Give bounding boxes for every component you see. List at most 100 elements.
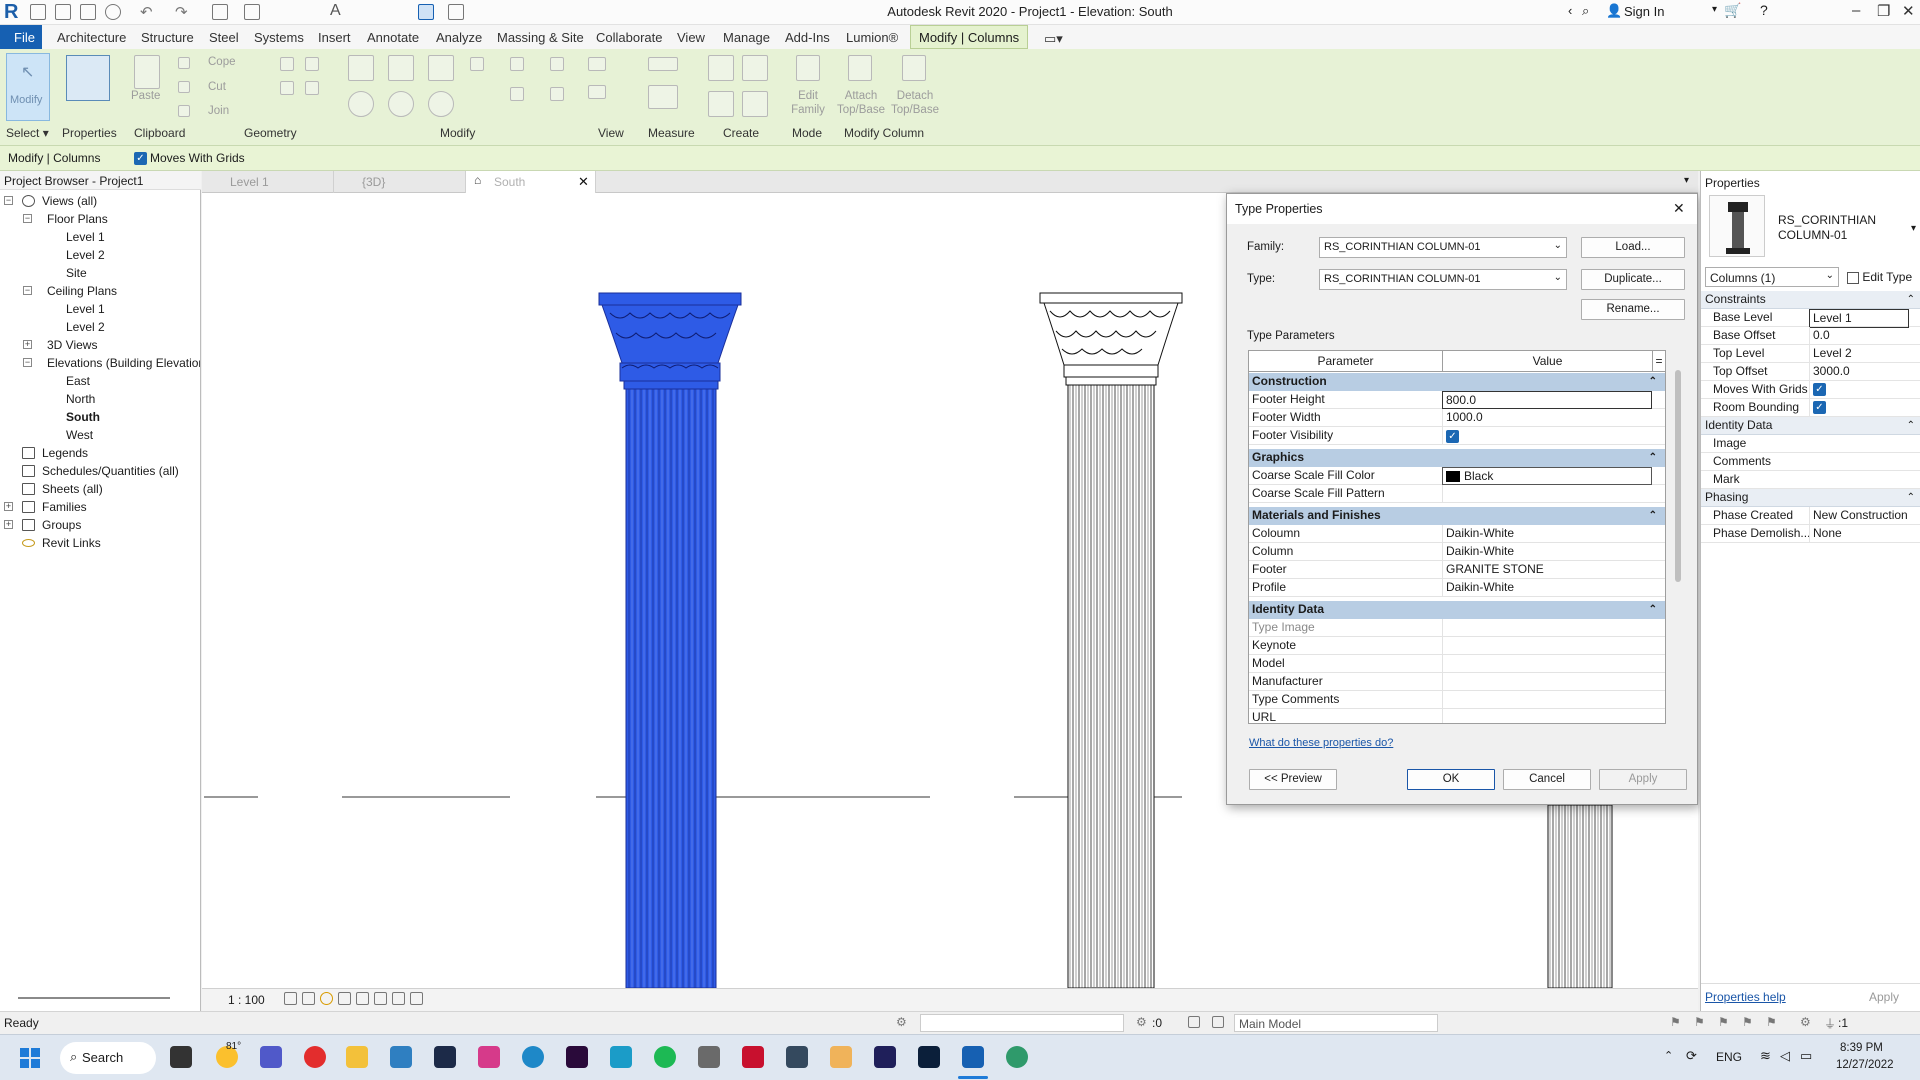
restore-icon[interactable]: ❐ <box>1877 2 1890 20</box>
param-row[interactable]: Type Comments <box>1249 691 1665 709</box>
section-identity-data[interactable]: Identity Data ⌃ <box>1701 417 1920 435</box>
param-row[interactable]: Coloumn Daikin-White <box>1249 525 1665 543</box>
edit-family-icon[interactable] <box>796 55 820 81</box>
tree-item-south[interactable]: South <box>66 408 100 426</box>
edit-family-button[interactable]: Edit Family <box>788 89 828 117</box>
tab-annotate[interactable]: Annotate <box>367 30 419 45</box>
param-value[interactable] <box>1442 673 1652 691</box>
tab-lumion[interactable]: Lumion® <box>846 30 898 45</box>
show-crop-icon[interactable] <box>374 992 387 1005</box>
prop-value[interactable]: None <box>1809 525 1909 542</box>
wifi-icon[interactable]: ≋ <box>1760 1048 1771 1064</box>
measure-icon-ribbon[interactable] <box>648 57 678 71</box>
sign-in-link[interactable]: Sign In <box>1624 4 1664 19</box>
select-pinned-icon[interactable]: ⚑ <box>1718 1015 1729 1029</box>
scale-label[interactable]: 1 : 100 <box>228 993 265 1007</box>
design-option-dropdown[interactable]: Main Model <box>1234 1014 1438 1032</box>
design-options-icon[interactable] <box>1188 1016 1200 1028</box>
3dsmax-icon[interactable] <box>610 1046 632 1068</box>
workset-dropdown[interactable] <box>920 1014 1124 1032</box>
sync-icon[interactable] <box>105 4 121 20</box>
family-dropdown[interactable]: RS_CORINTHIAN COLUMN-01 ⌄ <box>1319 237 1567 258</box>
minimize-icon[interactable]: – <box>1852 2 1860 19</box>
param-row[interactable]: Profile Daikin-White <box>1249 579 1665 597</box>
reveal-icon[interactable] <box>410 992 423 1005</box>
filter-icon[interactable]: ⏚ <box>1824 1015 1836 1032</box>
tree-item-north[interactable]: North <box>66 390 95 408</box>
param-value[interactable]: ✓ <box>1442 427 1652 445</box>
help-icon[interactable]: ? <box>1760 2 1768 18</box>
cut-button[interactable]: Cut <box>208 80 226 94</box>
tab-systems[interactable]: Systems <box>254 30 304 45</box>
thin-lines-icon[interactable] <box>418 4 434 20</box>
override-icon[interactable] <box>588 85 606 99</box>
param-row[interactable]: Footer Height 800.0 <box>1249 391 1665 409</box>
tab-analyze[interactable]: Analyze <box>436 30 482 45</box>
prop-row[interactable]: Image <box>1701 435 1920 453</box>
file-menu[interactable]: File <box>0 25 42 49</box>
media-player-icon[interactable] <box>830 1046 852 1068</box>
tree-elevations[interactable]: − Elevations (Building Elevation) <box>0 354 200 372</box>
footer-visibility-checkbox[interactable]: ✓ <box>1446 430 1459 444</box>
collapse-icon[interactable]: − <box>4 196 13 205</box>
editable-icon[interactable]: ⚙ <box>1136 1015 1147 1029</box>
moves-with-grids-checkbox[interactable]: ✓ <box>134 152 147 165</box>
copy-element-icon[interactable] <box>388 91 414 117</box>
chevron-left-icon[interactable]: ‹ <box>1568 3 1572 18</box>
save-icon[interactable] <box>80 4 96 20</box>
detail-level-icon[interactable] <box>284 992 297 1005</box>
dimension-icon[interactable] <box>648 85 678 109</box>
collapse-icon[interactable]: ⌃ <box>1649 373 1657 390</box>
param-value[interactable]: GRANITE STONE <box>1442 561 1652 579</box>
paste-icon[interactable] <box>134 55 160 89</box>
prop-row[interactable]: Phase Demolish... None <box>1701 525 1920 543</box>
param-row[interactable]: URL <box>1249 709 1665 723</box>
prop-row[interactable]: Comments <box>1701 453 1920 471</box>
tab-steel[interactable]: Steel <box>209 30 239 45</box>
prop-value[interactable]: 3000.0 <box>1809 363 1909 380</box>
value-column-header[interactable]: Value <box>1443 351 1653 372</box>
prop-value[interactable]: New Construction <box>1809 507 1909 524</box>
undo-icon[interactable]: ↶ <box>140 3 153 21</box>
tree-item-cp-level-1[interactable]: Level 1 <box>66 300 105 318</box>
collapse-icon[interactable]: − <box>23 358 32 367</box>
copy-icon[interactable] <box>178 81 190 93</box>
opera-icon[interactable] <box>304 1046 326 1068</box>
edit-type-button[interactable]: Edit Type <box>1845 267 1919 287</box>
edge-icon[interactable] <box>522 1046 544 1068</box>
section-graphics[interactable]: Graphics ⌃ <box>1249 449 1665 467</box>
type-selector-chevron-icon[interactable]: ▾ <box>1911 223 1916 234</box>
visual-style-icon[interactable] <box>302 992 315 1005</box>
prop-row[interactable]: Mark <box>1701 471 1920 489</box>
collapse-icon[interactable]: ⌃ <box>1649 601 1657 618</box>
join-button[interactable]: Join <box>208 104 229 118</box>
param-value[interactable] <box>1442 485 1652 503</box>
prop-row[interactable]: Base Offset 0.0 <box>1701 327 1920 345</box>
temp-hide-icon[interactable] <box>392 992 405 1005</box>
room-bounding-checkbox[interactable]: ✓ <box>1813 401 1826 415</box>
tab-view[interactable]: View <box>677 30 705 45</box>
cope-button[interactable]: Cope <box>208 55 236 69</box>
revit-taskbar-icon[interactable] <box>962 1046 984 1068</box>
collapse-icon[interactable]: − <box>23 214 32 223</box>
select-by-face-icon[interactable]: ⚑ <box>1742 1015 1753 1029</box>
align-icon[interactable] <box>348 55 374 81</box>
panel-toggle-icon[interactable]: ▭▾ <box>1044 31 1063 47</box>
section-constraints[interactable]: Constraints ⌃ <box>1701 291 1920 309</box>
param-value-color[interactable]: Black <box>1442 467 1652 485</box>
param-row[interactable]: Footer GRANITE STONE <box>1249 561 1665 579</box>
shadows-icon[interactable] <box>338 992 351 1005</box>
tree-item-fp-level-2[interactable]: Level 2 <box>66 246 105 264</box>
crop-icon[interactable] <box>356 992 369 1005</box>
model-icon[interactable] <box>1212 1016 1224 1028</box>
match-type-icon[interactable] <box>178 105 190 117</box>
param-row[interactable]: Footer Width 1000.0 <box>1249 409 1665 427</box>
section-phasing[interactable]: Phasing ⌃ <box>1701 489 1920 507</box>
user-icon[interactable]: 👤 <box>1606 3 1622 19</box>
prop-value[interactable]: ✓ <box>1809 399 1909 416</box>
geometry-icon[interactable] <box>280 57 294 71</box>
tree-item-west[interactable]: West <box>66 426 93 444</box>
tray-chevron-icon[interactable]: ⌃ <box>1664 1049 1673 1062</box>
grid-scrollbar[interactable] <box>1675 370 1681 582</box>
split-icon[interactable] <box>510 57 524 71</box>
